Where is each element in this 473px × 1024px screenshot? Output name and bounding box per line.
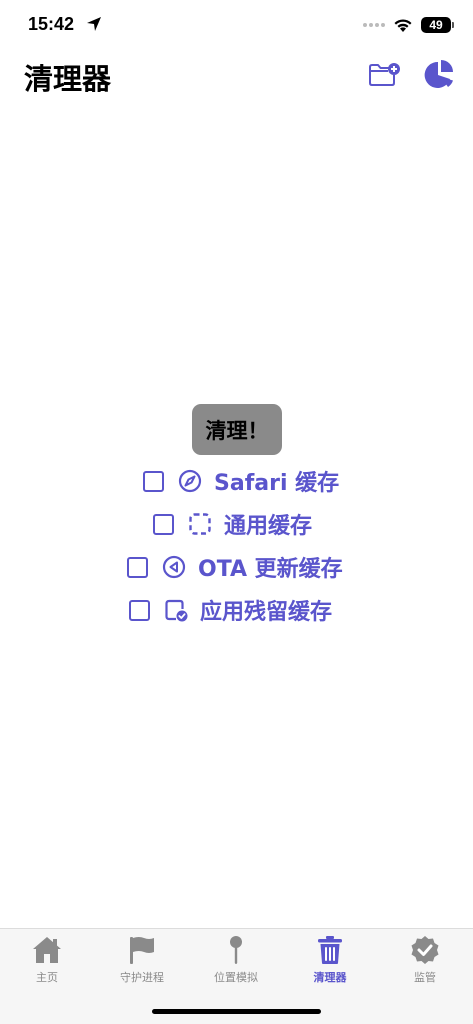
- house-icon: [33, 937, 61, 963]
- option-label: Safari 缓存: [214, 471, 340, 496]
- page-title: 清理器: [24, 62, 112, 96]
- checkbox[interactable]: [143, 470, 164, 492]
- tab-home[interactable]: 主页: [7, 935, 87, 989]
- checkbox[interactable]: [129, 599, 150, 621]
- tab-label: 清理器: [313, 971, 347, 984]
- option-app-residual-cache[interactable]: 应用残留缓存: [129, 594, 332, 626]
- tab-label: 守护进程: [120, 971, 164, 984]
- tab-label: 主页: [36, 971, 58, 984]
- checkmark-seal-icon: [411, 936, 439, 964]
- tab-label: 监管: [414, 971, 436, 984]
- tab-daemon[interactable]: 守护进程: [102, 935, 182, 989]
- option-ota-cache[interactable]: OTA 更新缓存: [127, 551, 343, 583]
- clean-button[interactable]: 清理！: [192, 404, 282, 455]
- home-indicator[interactable]: [152, 1009, 321, 1014]
- option-label: 应用残留缓存: [200, 600, 333, 625]
- battery-icon: 49: [421, 17, 454, 33]
- wifi-icon: [394, 18, 412, 32]
- back-circle-icon: [162, 555, 186, 579]
- status-time: 15:42: [28, 14, 75, 34]
- app-checkmark-icon: [165, 599, 188, 622]
- checkbox[interactable]: [153, 513, 174, 535]
- storage-chart-button[interactable]: [423, 60, 455, 88]
- status-indicators: 49: [363, 17, 454, 33]
- checkbox[interactable]: [127, 556, 148, 578]
- tab-cleaner[interactable]: 清理器: [290, 935, 370, 989]
- tab-label: 位置模拟: [214, 971, 258, 984]
- flag-icon: [130, 937, 154, 964]
- option-general-cache[interactable]: 通用缓存: [153, 508, 312, 540]
- status-bar: 15:42 49: [0, 0, 473, 54]
- pie-chart-icon: [424, 60, 453, 88]
- signal-icon: [363, 23, 385, 27]
- tab-location[interactable]: 位置模拟: [196, 935, 276, 989]
- pin-icon: [230, 936, 242, 964]
- screen: 15:42 49 清理器 清理！ Safari 缓存 通用缓存 OTA 更新缓存…: [0, 0, 473, 1024]
- tab-supervision[interactable]: 监管: [385, 935, 465, 989]
- option-label: 通用缓存: [224, 514, 313, 539]
- compass-icon: [178, 469, 202, 493]
- trash-icon: [318, 936, 342, 964]
- folder-add-icon: [369, 63, 400, 86]
- option-label: OTA 更新缓存: [198, 557, 343, 582]
- dashed-square-icon: [189, 513, 211, 535]
- location-arrow-icon: [87, 17, 101, 31]
- add-folder-button[interactable]: [368, 62, 400, 90]
- option-safari-cache[interactable]: Safari 缓存: [143, 465, 339, 497]
